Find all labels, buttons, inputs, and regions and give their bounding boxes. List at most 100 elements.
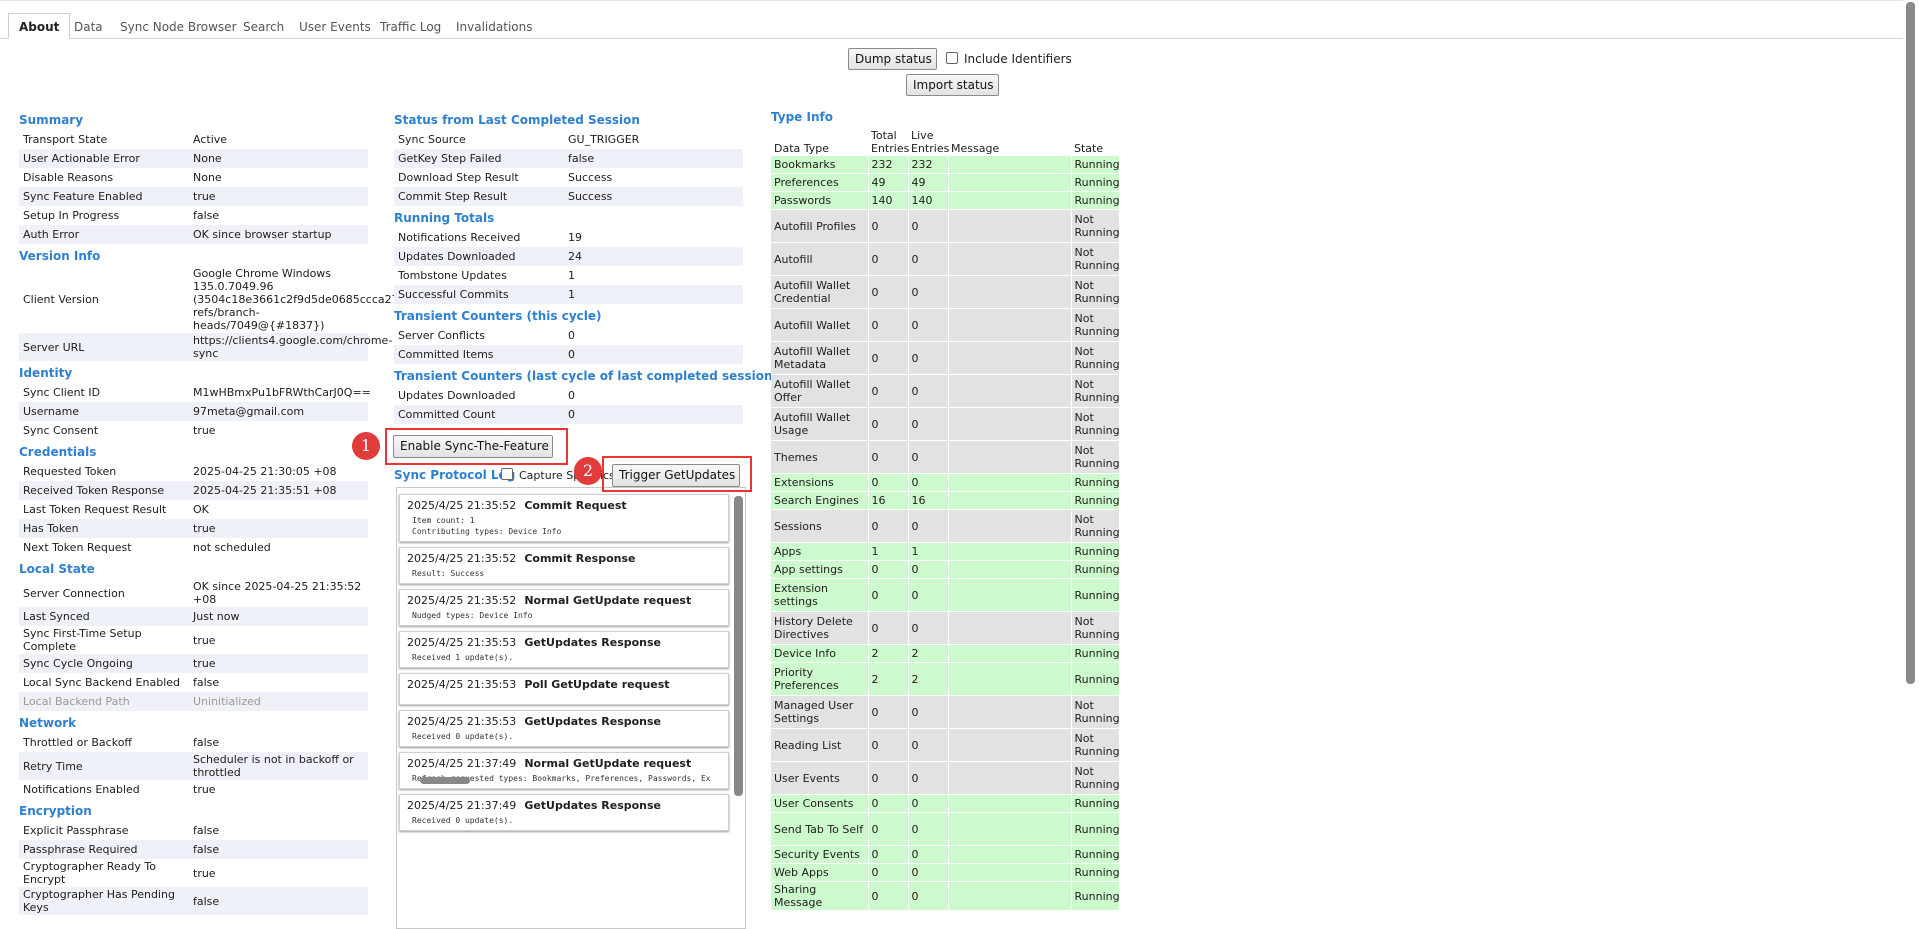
type-cell-live: 0 (908, 695, 949, 729)
type-cell-total: 0 (868, 761, 909, 795)
row-has-token: Has Token true (19, 519, 368, 538)
type-cell-total: 232 (868, 156, 909, 174)
type-cell-live: 0 (908, 863, 949, 882)
type-cell-live: 0 (908, 578, 949, 612)
type-row-search-engines: Search Engines 16 16 Running (771, 491, 1120, 510)
type-cell-live: 0 (908, 308, 949, 342)
log-entry-horizontal-scrollbar[interactable] (412, 777, 712, 784)
type-cell-state: Not Running (1071, 209, 1120, 243)
value-cryptographer-has-pending-keys: false (189, 887, 368, 915)
type-cell-live: 0 (908, 275, 949, 309)
log-entry[interactable]: 2025/4/25 21:35:52 Commit Request Item cou… (399, 494, 729, 542)
type-cell-name: Security Events (771, 845, 869, 864)
log-entry-time: 2025/4/25 21:35:52 (407, 499, 517, 512)
label-throttled-or-backoff: Throttled or Backoff (23, 736, 133, 749)
type-cell-state: Not Running (1071, 695, 1120, 729)
label-successful-commits: Successful Commits (394, 285, 564, 304)
row-notifications-enabled: Notifications Enabled true (19, 780, 368, 799)
label-download-step-result: Download Step Result (398, 171, 519, 184)
tab-data[interactable]: Data (64, 14, 113, 38)
protocol-log-list[interactable]: 2025/4/25 21:35:52 Commit Request Item cou… (396, 487, 746, 929)
row-next-token-request: Next Token Request not scheduled (19, 538, 368, 557)
label-explicit-passphrase: Explicit Passphrase (23, 824, 129, 837)
value-last-token-request-result: OK (193, 503, 209, 516)
type-cell-total: 1 (868, 542, 909, 561)
label-disable-reasons: Disable Reasons (23, 171, 114, 184)
tab-traffic-log[interactable]: Traffic Log (370, 14, 451, 38)
log-entry-time: 2025/4/25 21:35:53 (407, 678, 517, 691)
section-table-totals: Notifications Received 19 Updates Download… (394, 228, 743, 304)
section-title-version: Version Info (19, 249, 101, 263)
tab-search[interactable]: Search (233, 14, 294, 38)
row-local-sync-backend-enabled: Local Sync Backend Enabled false (19, 673, 368, 692)
tab-sync-node-browser[interactable]: Sync Node Browser (110, 14, 247, 38)
section-table-summary: Transport State Active User Actionable Err… (19, 130, 368, 244)
type-cell-name: Search Engines (771, 491, 869, 510)
row-cryptographer-has-pending-keys: Cryptographer Has Pending Keys false (19, 887, 368, 915)
type-cell-live: 0 (908, 728, 949, 762)
log-entry-detail: Item count: 1 Contributing types: Device… (412, 516, 562, 536)
type-row-device-info: Device Info 2 2 Running (771, 644, 1120, 663)
value-passphrase-required: false (189, 840, 368, 859)
section-table-identity: Sync Client ID M1wHBmxPu1bFRWthCarJ0Q== Us… (19, 383, 371, 440)
log-entry-header: 2025/4/25 21:37:49 Normal GetUpdate reque… (400, 753, 728, 770)
tab-invalidations[interactable]: Invalidations (446, 14, 542, 38)
log-vertical-scrollbar[interactable] (734, 496, 743, 796)
value-last-synced: Just now (189, 607, 368, 626)
log-entry[interactable]: 2025/4/25 21:35:52 Commit Response Result:… (399, 547, 729, 584)
log-entry-header: 2025/4/25 21:35:53 Poll GetUpdate request (400, 674, 728, 691)
type-cell-name: Send Tab To Self (771, 812, 869, 846)
callout-badge-1: 1 (352, 432, 380, 460)
log-entry-time: 2025/4/25 21:37:49 (407, 799, 517, 812)
type-cell-total: 0 (868, 440, 909, 474)
dump-status-button[interactable]: Dump status (848, 48, 937, 70)
include-identifiers-checkbox[interactable] (946, 52, 958, 64)
log-entry[interactable]: 2025/4/25 21:37:49 Normal GetUpdate reque… (399, 752, 729, 789)
tab-user-events[interactable]: User Events (289, 14, 381, 38)
type-cell-message (948, 191, 1072, 210)
type-cell-state: Running (1071, 644, 1120, 663)
log-entry[interactable]: 2025/4/25 21:35:53 Poll GetUpdate request (399, 673, 729, 705)
row-cryptographer-ready-to-encrypt: Cryptographer Ready To Encrypt true (19, 859, 368, 887)
log-entry[interactable]: 2025/4/25 21:35:52 Normal GetUpdate reque… (399, 589, 729, 626)
type-cell-state: Not Running (1071, 728, 1120, 762)
label-local-sync-backend-enabled: Local Sync Backend Enabled (23, 676, 180, 689)
type-cell-total: 0 (868, 560, 909, 579)
type-row-autofill-wallet-credential: Autofill Wallet Credential 0 0 Not Running (771, 275, 1120, 309)
log-entry[interactable]: 2025/4/25 21:35:53 GetUpdates Response Rec… (399, 710, 729, 747)
type-cell-message (948, 578, 1072, 612)
type-cell-total: 0 (868, 845, 909, 864)
tab-strip: About Data Sync Node Browser Search User… (0, 0, 1903, 39)
type-cell-message (948, 242, 1072, 276)
log-entry[interactable]: 2025/4/25 21:37:49 GetUpdates Response Rec… (399, 794, 729, 831)
type-cell-live: 16 (908, 491, 949, 510)
log-entry-time: 2025/4/25 21:35:53 (407, 636, 517, 649)
row-passphrase-required: Passphrase Required false (19, 840, 368, 859)
type-cell-total: 0 (868, 863, 909, 882)
tab-about[interactable]: About (8, 13, 71, 39)
header-data-type: Data Type (774, 142, 830, 155)
type-row-user-consents: User Consents 0 0 Running (771, 794, 1120, 813)
section-title-credentials: Credentials (19, 445, 97, 459)
type-cell-name: Apps (771, 542, 869, 561)
page-vertical-scrollbar[interactable] (1906, 2, 1915, 684)
import-status-button[interactable]: Import status (906, 74, 999, 96)
type-row-sessions: Sessions 0 0 Not Running (771, 509, 1120, 543)
value-getkey-step-failed: false (564, 149, 743, 168)
log-entry-header: 2025/4/25 21:35:53 GetUpdates Response (400, 711, 728, 728)
type-cell-name: Themes (771, 440, 869, 474)
label-setup-in-progress: Setup In Progress (23, 209, 120, 222)
type-row-sharing-message: Sharing Message 0 0 Running (771, 881, 1120, 911)
log-entry[interactable]: 2025/4/25 21:35:53 GetUpdates Response Rec… (399, 631, 729, 668)
row-updates-downloaded: Updates Downloaded 0 (394, 386, 743, 405)
type-cell-total: 2 (868, 662, 909, 696)
type-row-history-delete-directives: History Delete Directives 0 0 Not Running (771, 611, 1120, 645)
type-cell-state: Running (1071, 662, 1120, 696)
type-cell-state: Running (1071, 812, 1120, 846)
value-notifications-received: 19 (568, 231, 582, 244)
row-committed-count: Committed Count 0 (394, 405, 743, 424)
row-user-actionable-error: User Actionable Error None (19, 149, 368, 168)
include-identifiers-label: Include Identifiers (964, 52, 1072, 66)
capture-specifics-checkbox[interactable] (501, 468, 513, 480)
type-cell-message (948, 845, 1072, 864)
